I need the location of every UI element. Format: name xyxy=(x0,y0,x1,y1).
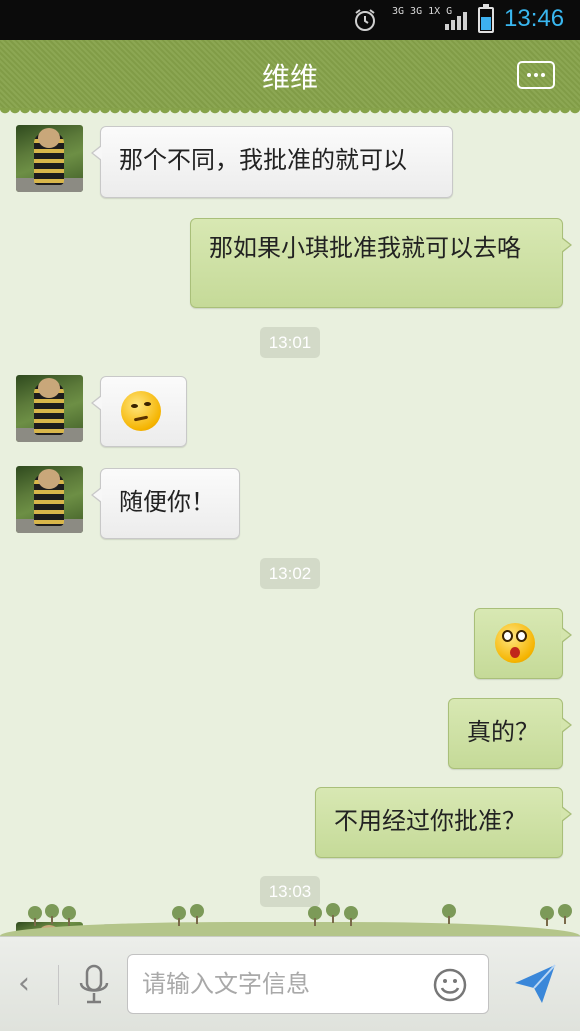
contact-avatar[interactable] xyxy=(16,466,83,533)
title-bar: 维维 xyxy=(0,40,580,114)
smirk-emoji-icon xyxy=(121,391,161,431)
message-text: 那如果小琪批准我就可以去咯 xyxy=(209,234,521,262)
message-text: 不用经过你批准？ xyxy=(334,807,526,835)
chat-area[interactable]: 那个不同，我批准的就可以 那如果小琪批准我就可以去咯 13:01 随便你！ 13… xyxy=(0,108,580,936)
message-input-field[interactable] xyxy=(127,954,489,1014)
message-input[interactable] xyxy=(142,965,412,1003)
status-time: 13:46 xyxy=(504,5,565,32)
incoming-message-bubble[interactable] xyxy=(91,376,187,447)
smiley-icon[interactable] xyxy=(433,968,467,1002)
divider xyxy=(58,965,59,1005)
dot-icon xyxy=(534,73,538,77)
status-bar: 3G 3G 1X G 13:46 xyxy=(0,0,580,40)
message-text: 随便你！ xyxy=(119,488,215,516)
message-timestamp: 13:01 xyxy=(260,327,320,358)
chevron-left-icon[interactable]: ‹ xyxy=(18,967,42,1001)
background-scenery xyxy=(0,902,580,936)
outgoing-message-bubble[interactable]: 那如果小琪批准我就可以去咯 xyxy=(190,218,572,308)
dot-icon xyxy=(541,73,545,77)
incoming-message-bubble[interactable]: 随便你！ xyxy=(91,468,240,539)
outgoing-message-bubble[interactable]: 不用经过你批准？ xyxy=(315,787,572,858)
message-timestamp: 13:02 xyxy=(260,558,320,589)
incoming-message-bubble[interactable]: 那个不同，我批准的就可以 xyxy=(91,126,453,198)
battery-icon xyxy=(478,4,494,33)
message-text: 真的？ xyxy=(467,718,539,746)
outgoing-message-bubble[interactable]: 真的？ xyxy=(448,698,572,769)
message-text: 那个不同，我批准的就可以 xyxy=(119,146,407,174)
chat-more-button[interactable] xyxy=(517,61,555,89)
message-input-bar: ‹ xyxy=(0,936,580,1031)
chat-title: 维维 xyxy=(261,61,318,94)
send-icon[interactable] xyxy=(512,961,558,1007)
dot-icon xyxy=(527,73,531,77)
outgoing-message-bubble[interactable] xyxy=(474,608,572,679)
microphone-icon[interactable] xyxy=(76,963,112,1007)
signal-strength-icon xyxy=(445,12,467,30)
shocked-emoji-icon xyxy=(495,623,535,663)
contact-avatar[interactable] xyxy=(16,375,83,442)
contact-avatar[interactable] xyxy=(16,125,83,192)
alarm-clock-icon xyxy=(355,9,375,31)
